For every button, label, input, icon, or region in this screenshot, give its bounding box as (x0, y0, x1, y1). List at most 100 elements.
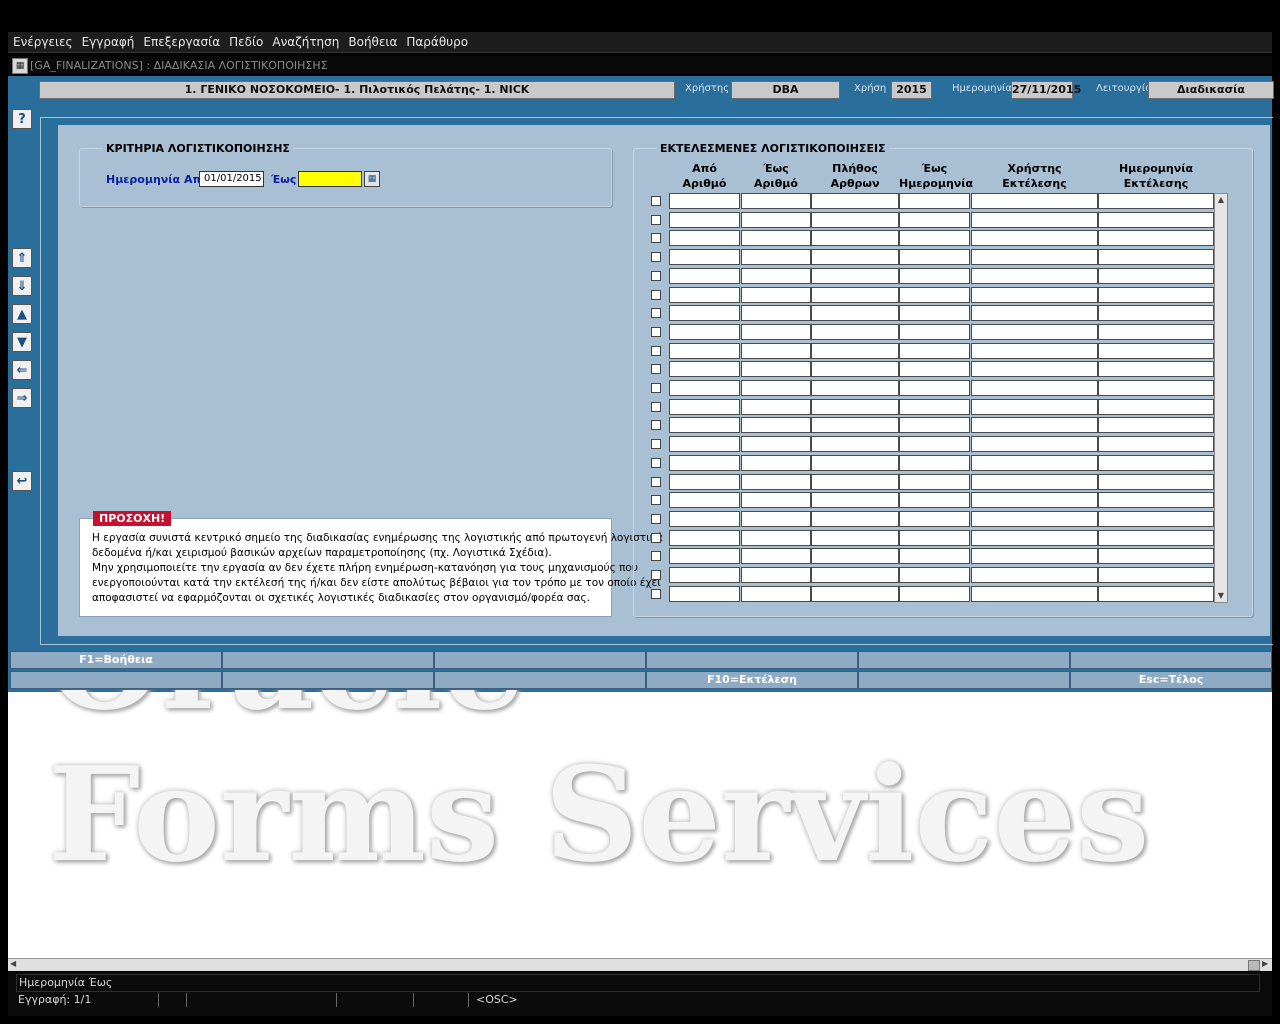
table-cell[interactable] (741, 380, 811, 396)
table-cell[interactable] (811, 230, 899, 247)
table-cell[interactable] (899, 342, 970, 359)
function-key-button[interactable] (434, 651, 646, 669)
table-cell[interactable] (971, 305, 1098, 322)
function-key-button[interactable] (222, 651, 434, 669)
next-block-icon[interactable]: ⇒ (12, 388, 32, 408)
help-icon[interactable]: ? (12, 109, 32, 129)
table-cell[interactable] (741, 548, 811, 565)
function-key-button[interactable]: Esc=Τέλος (1070, 671, 1272, 689)
table-cell[interactable] (741, 361, 811, 378)
menu-item-6[interactable]: Παράθυρο (401, 32, 472, 49)
table-cell[interactable] (669, 454, 740, 471)
table-cell[interactable] (899, 548, 970, 565)
table-cell[interactable] (669, 567, 740, 583)
table-cell[interactable] (669, 361, 740, 378)
menu-item-1[interactable]: Εγγραφή (77, 32, 139, 49)
table-cell[interactable] (1098, 193, 1214, 209)
table-cell[interactable] (811, 380, 899, 396)
table-cell[interactable] (971, 417, 1098, 434)
row-checkbox[interactable] (651, 364, 661, 375)
table-cell[interactable] (1098, 548, 1214, 565)
horizontal-scrollbar[interactable]: ◀ ▶ (8, 958, 1272, 971)
table-cell[interactable] (1098, 230, 1214, 247)
table-cell[interactable] (899, 585, 970, 602)
table-cell[interactable] (971, 492, 1098, 509)
previous-record-icon[interactable]: ▲ (12, 304, 32, 324)
table-cell[interactable] (971, 529, 1098, 546)
table-cell[interactable] (811, 454, 899, 471)
menu-item-3[interactable]: Πεδίο (224, 32, 267, 49)
table-cell[interactable] (741, 211, 811, 228)
table-cell[interactable] (899, 230, 970, 247)
table-cell[interactable] (899, 249, 970, 266)
table-cell[interactable] (669, 380, 740, 396)
row-checkbox[interactable] (651, 439, 661, 450)
table-cell[interactable] (899, 267, 970, 284)
table-cell[interactable] (811, 211, 899, 228)
table-cell[interactable] (741, 305, 811, 322)
table-cell[interactable] (1098, 249, 1214, 266)
table-cell[interactable] (1098, 417, 1214, 434)
table-cell[interactable] (1098, 436, 1214, 453)
row-checkbox[interactable] (651, 551, 661, 562)
function-key-button[interactable]: F10=Εκτέλεση (646, 671, 858, 689)
table-cell[interactable] (1098, 473, 1214, 490)
row-checkbox[interactable] (651, 401, 661, 412)
table-cell[interactable] (811, 585, 899, 602)
calendar-icon[interactable]: ▦ (364, 171, 380, 187)
row-checkbox[interactable] (651, 420, 661, 431)
table-cell[interactable] (669, 585, 740, 602)
table-cell[interactable] (741, 193, 811, 209)
table-cell[interactable] (899, 361, 970, 378)
table-cell[interactable] (899, 193, 970, 209)
row-checkbox[interactable] (651, 214, 661, 225)
function-key-button[interactable] (10, 671, 222, 689)
menu-item-4[interactable]: Αναζήτηση (267, 32, 343, 49)
table-cell[interactable] (669, 286, 740, 303)
table-cell[interactable] (899, 323, 970, 340)
table-cell[interactable] (1098, 286, 1214, 303)
table-cell[interactable] (811, 323, 899, 340)
function-key-button[interactable] (646, 651, 858, 669)
table-cell[interactable] (669, 492, 740, 509)
row-checkbox[interactable] (651, 345, 661, 356)
table-cell[interactable] (741, 473, 811, 490)
table-cell[interactable] (971, 286, 1098, 303)
table-cell[interactable] (669, 323, 740, 340)
table-cell[interactable] (811, 417, 899, 434)
table-cell[interactable] (669, 436, 740, 453)
row-checkbox[interactable] (651, 495, 661, 506)
table-cell[interactable] (669, 510, 740, 527)
row-checkbox[interactable] (651, 513, 661, 524)
table-cell[interactable] (741, 585, 811, 602)
table-cell[interactable] (1098, 323, 1214, 340)
table-cell[interactable] (811, 267, 899, 284)
table-cell[interactable] (669, 305, 740, 322)
function-key-button[interactable] (858, 651, 1070, 669)
table-cell[interactable] (899, 492, 970, 509)
table-cell[interactable] (669, 267, 740, 284)
table-cell[interactable] (669, 529, 740, 546)
table-cell[interactable] (1098, 361, 1214, 378)
table-cell[interactable] (741, 267, 811, 284)
previous-block-icon[interactable]: ⇐ (12, 360, 32, 380)
scroll-right-icon[interactable]: ▶ (1262, 959, 1268, 968)
table-cell[interactable] (899, 567, 970, 583)
date-to-input[interactable] (298, 171, 362, 187)
function-key-button[interactable] (222, 671, 434, 689)
table-cell[interactable] (811, 529, 899, 546)
table-cell[interactable] (971, 249, 1098, 266)
exit-icon[interactable]: ↩ (12, 471, 32, 491)
table-cell[interactable] (1098, 529, 1214, 546)
table-cell[interactable] (971, 510, 1098, 527)
function-key-button[interactable]: F1=Βοήθεια (10, 651, 222, 669)
table-cell[interactable] (899, 529, 970, 546)
table-cell[interactable] (899, 454, 970, 471)
table-cell[interactable] (811, 548, 899, 565)
table-cell[interactable] (741, 510, 811, 527)
row-checkbox[interactable] (651, 252, 661, 263)
table-cell[interactable] (811, 342, 899, 359)
table-cell[interactable] (1098, 454, 1214, 471)
table-cell[interactable] (971, 585, 1098, 602)
table-cell[interactable] (741, 398, 811, 415)
